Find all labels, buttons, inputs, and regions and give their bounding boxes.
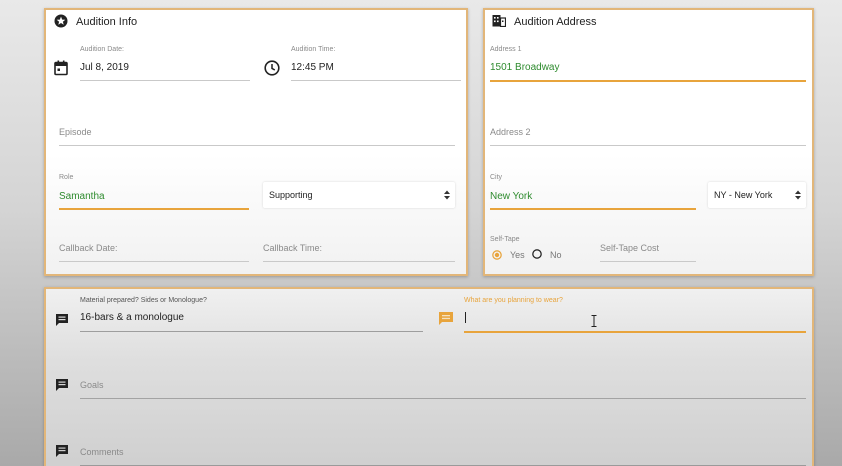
comments-field[interactable]: Comments	[80, 446, 806, 466]
role-type-select[interactable]: Supporting	[263, 182, 455, 208]
audition-address-card: Audition Address Address 1 1501 Broadway…	[483, 8, 814, 276]
comment-icon	[56, 314, 68, 326]
self-tape-cost-placeholder: Self-Tape Cost	[600, 243, 660, 253]
audition-time-label: Audition Time:	[291, 46, 336, 53]
audition-time-field[interactable]: Audition Time: 12:45 PM	[291, 46, 461, 82]
text-cursor	[465, 312, 466, 323]
wear-field[interactable]: What are you planning to wear?	[464, 297, 806, 335]
comments-placeholder: Comments	[80, 447, 124, 457]
role-label: Role	[59, 174, 74, 181]
city-field[interactable]: City New York	[490, 174, 696, 212]
role-underline	[59, 208, 249, 210]
select-arrows-icon	[795, 190, 801, 200]
address2-placeholder: Address 2	[490, 127, 531, 137]
role-value[interactable]: Samantha	[59, 191, 105, 202]
audition-info-card: Audition Info Audition Date: Jul 8, 2019…	[44, 8, 468, 276]
self-tape-no-radio[interactable]	[532, 249, 542, 259]
self-tape-yes-label[interactable]: Yes	[510, 250, 525, 260]
address2-underline	[490, 145, 806, 146]
audition-time-underline	[291, 80, 461, 81]
wear-label: What are you planning to wear?	[464, 297, 563, 304]
comment-icon	[439, 312, 453, 325]
audition-date-value[interactable]: Jul 8, 2019	[80, 62, 129, 73]
star-circle-icon	[54, 14, 68, 28]
episode-placeholder: Episode	[59, 127, 92, 137]
self-tape-cost-underline	[600, 261, 696, 262]
self-tape-label: Self-Tape	[490, 236, 520, 243]
address1-field[interactable]: Address 1 1501 Broadway	[490, 46, 806, 84]
material-field[interactable]: Material prepared? Sides or Monologue? 1…	[80, 297, 423, 333]
role-type-value: Supporting	[269, 190, 313, 200]
address1-underline	[490, 80, 806, 82]
audition-date-field[interactable]: Audition Date: Jul 8, 2019	[80, 46, 250, 82]
callback-date-field[interactable]: Callback Date:	[59, 240, 249, 264]
city-underline	[490, 208, 696, 210]
state-value: NY - New York	[714, 190, 773, 200]
address1-label: Address 1	[490, 46, 522, 53]
callback-time-placeholder: Callback Time:	[263, 243, 323, 253]
address1-value[interactable]: 1501 Broadway	[490, 62, 560, 73]
calendar-icon[interactable]	[54, 60, 68, 76]
audition-info-title: Audition Info	[76, 16, 138, 28]
audition-address-title: Audition Address	[514, 16, 597, 28]
self-tape-cost-field[interactable]: Self-Tape Cost	[600, 240, 696, 264]
clock-icon[interactable]	[264, 60, 280, 76]
audition-time-value[interactable]: 12:45 PM	[291, 62, 334, 73]
callback-date-placeholder: Callback Date:	[59, 243, 118, 253]
episode-field[interactable]: Episode	[59, 124, 455, 148]
goals-field[interactable]: Goals	[80, 379, 806, 401]
city-label: City	[490, 174, 503, 181]
address2-field[interactable]: Address 2	[490, 124, 806, 148]
notes-card: Material prepared? Sides or Monologue? 1…	[44, 287, 814, 466]
wear-underline	[464, 331, 806, 333]
building-icon	[492, 15, 506, 27]
ibeam-cursor-icon	[591, 315, 597, 327]
select-arrows-icon	[444, 190, 450, 200]
material-label: Material prepared? Sides or Monologue?	[80, 297, 207, 304]
material-underline	[80, 331, 423, 332]
state-select[interactable]: NY - New York	[708, 182, 806, 208]
episode-underline	[59, 145, 455, 146]
material-value[interactable]: 16-bars & a monologue	[80, 312, 184, 323]
callback-date-underline	[59, 261, 249, 262]
self-tape-group: Self-Tape Yes No	[490, 236, 590, 266]
self-tape-yes-radio[interactable]	[492, 250, 502, 260]
audition-date-underline	[80, 80, 250, 81]
self-tape-no-label[interactable]: No	[550, 250, 562, 260]
role-field[interactable]: Role Samantha	[59, 174, 249, 212]
goals-placeholder: Goals	[80, 380, 104, 390]
comment-icon	[56, 379, 68, 391]
audition-date-label: Audition Date:	[80, 46, 124, 53]
goals-underline	[80, 398, 806, 399]
callback-time-underline	[263, 261, 455, 262]
comment-icon	[56, 445, 68, 457]
city-value[interactable]: New York	[490, 191, 532, 202]
callback-time-field[interactable]: Callback Time:	[263, 240, 455, 264]
